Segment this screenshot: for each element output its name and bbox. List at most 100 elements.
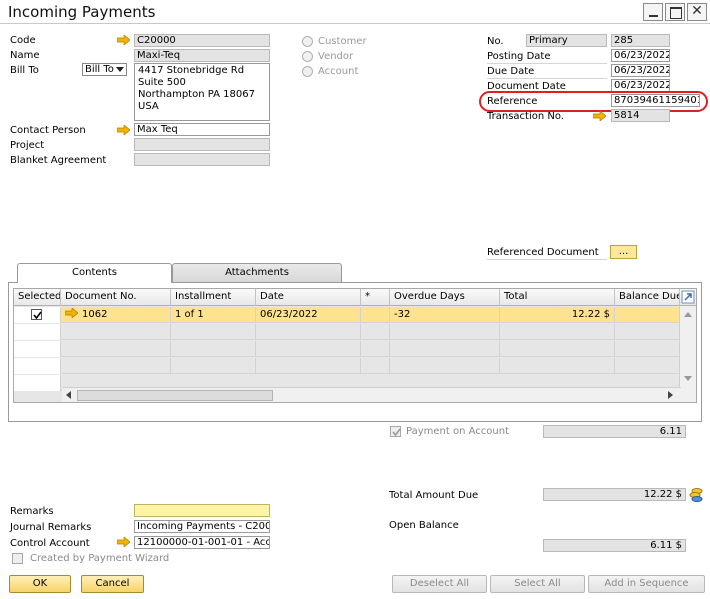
account-radio-label: Account <box>318 66 359 77</box>
tab-attachments[interactable]: Attachments <box>172 263 342 282</box>
selected-cell[interactable] <box>14 307 61 323</box>
grid-cell[interactable] <box>256 358 361 374</box>
select-all-button[interactable]: Select All <box>490 575 585 593</box>
close-button[interactable]: ✕ <box>687 3 707 21</box>
link-arrow-icon[interactable] <box>117 125 130 135</box>
selected-cell[interactable] <box>14 358 61 374</box>
bill-to-select-value: Bill To <box>85 64 114 75</box>
transaction-no-field[interactable]: 5814 <box>611 109 670 122</box>
journal-remarks-field[interactable]: Incoming Payments - C20000 <box>134 520 270 533</box>
blanket-agreement-field[interactable] <box>134 153 270 166</box>
column-header[interactable]: Document No. <box>61 289 171 306</box>
table-row[interactable]: 1062 1 of 1 06/23/2022 -32 12.22 $ <box>14 307 696 323</box>
payment-on-account-field[interactable]: 6.11 <box>543 425 686 438</box>
total-cell[interactable]: 12.22 $ <box>500 307 615 323</box>
grid-cell[interactable] <box>361 358 390 374</box>
bill-to-select[interactable]: Bill To <box>82 63 127 76</box>
project-field[interactable] <box>134 138 270 151</box>
posting-date-field[interactable]: 06/23/2022 <box>611 49 670 62</box>
grid-cell[interactable] <box>500 324 615 340</box>
grid-cell[interactable] <box>171 341 256 357</box>
maximize-button[interactable] <box>665 3 685 21</box>
contact-person-field[interactable]: Max Teq <box>134 123 270 136</box>
customer-radio-label: Customer <box>318 36 367 47</box>
grid-cell[interactable] <box>390 324 500 340</box>
grid-cell[interactable] <box>361 324 390 340</box>
column-header[interactable]: Selected <box>14 289 61 306</box>
payment-on-account-label: Payment on Account <box>406 426 509 437</box>
name-label: Name <box>10 50 40 61</box>
selected-cell[interactable] <box>14 375 61 391</box>
overdue-days-cell[interactable]: -32 <box>390 307 500 323</box>
table-row[interactable] <box>14 358 696 374</box>
grid-cell[interactable] <box>390 341 500 357</box>
grid-cell[interactable] <box>61 324 171 340</box>
row-select-checkbox[interactable] <box>31 309 42 320</box>
column-header[interactable]: * <box>361 289 390 306</box>
column-header[interactable]: Balance Due <box>615 289 680 306</box>
payment-on-account-checkbox[interactable] <box>390 426 401 437</box>
add-in-sequence-button[interactable]: Add in Sequence <box>588 575 705 593</box>
star-cell[interactable] <box>361 307 390 323</box>
table-row[interactable] <box>14 324 696 340</box>
cancel-button[interactable]: Cancel <box>81 575 144 593</box>
link-arrow-icon[interactable] <box>117 35 130 45</box>
scroll-down-icon[interactable] <box>684 376 692 381</box>
column-header[interactable]: Overdue Days <box>390 289 500 306</box>
grid-cell[interactable] <box>500 358 615 374</box>
customer-radio[interactable] <box>302 36 313 47</box>
scroll-up-icon[interactable] <box>684 312 692 317</box>
scroll-right-icon[interactable] <box>668 391 673 399</box>
referenced-document-button[interactable]: ... <box>610 245 637 259</box>
total-amount-due-field[interactable]: 12.22 $ <box>543 488 686 501</box>
code-label: Code <box>10 35 36 46</box>
name-field[interactable]: Maxi-Teq <box>134 49 270 62</box>
bill-to-address[interactable]: 4417 Stonebridge Rd Suite 500 Northampto… <box>134 63 270 121</box>
created-by-wizard-checkbox[interactable] <box>12 553 23 564</box>
grid-cell[interactable] <box>171 358 256 374</box>
selected-cell[interactable] <box>14 324 61 340</box>
column-header[interactable]: Date <box>256 289 361 306</box>
grid-cell[interactable] <box>61 341 171 357</box>
grid-cell[interactable] <box>256 341 361 357</box>
divider <box>487 259 607 260</box>
table-row[interactable] <box>14 341 696 357</box>
account-radio[interactable] <box>302 66 313 77</box>
installment-cell[interactable]: 1 of 1 <box>171 307 256 323</box>
grid-cell[interactable] <box>256 324 361 340</box>
link-arrow-icon[interactable] <box>65 308 78 318</box>
minimize-button[interactable] <box>643 3 663 21</box>
link-arrow-icon[interactable] <box>117 537 130 547</box>
date-cell[interactable]: 06/23/2022 <box>256 307 361 323</box>
control-account-field[interactable]: 12100000-01-001-01 - Account <box>134 536 270 549</box>
horizontal-scrollbar[interactable] <box>62 387 681 402</box>
grid-cell[interactable] <box>361 341 390 357</box>
balance-due-cell[interactable] <box>615 307 680 323</box>
column-header[interactable]: Installment <box>171 289 256 306</box>
vertical-scrollbar[interactable] <box>679 306 696 402</box>
grid-cell[interactable] <box>500 341 615 357</box>
series-field[interactable]: Primary <box>526 34 607 47</box>
documents-grid: Selected Document No. Installment Date *… <box>13 288 697 403</box>
doc-number-field[interactable]: 285 <box>611 34 670 47</box>
selected-cell[interactable] <box>14 341 61 357</box>
code-field[interactable]: C20000 <box>134 34 270 47</box>
open-balance-field[interactable]: 6.11 $ <box>543 539 686 552</box>
tab-contents[interactable]: Contents <box>17 263 172 283</box>
due-date-field[interactable]: 06/23/2022 <box>611 64 670 77</box>
scroll-thumb[interactable] <box>77 390 273 401</box>
deselect-all-button[interactable]: Deselect All <box>392 575 487 593</box>
journal-remarks-label: Journal Remarks <box>10 522 92 533</box>
grid-cell[interactable] <box>61 358 171 374</box>
scroll-left-icon[interactable] <box>66 391 71 399</box>
coins-icon[interactable] <box>688 487 704 502</box>
ok-button[interactable]: OK <box>9 575 71 593</box>
vendor-radio[interactable] <box>302 51 313 62</box>
remarks-field[interactable] <box>134 504 270 517</box>
document-no-cell[interactable]: 1062 <box>61 307 171 323</box>
grid-cell[interactable] <box>390 358 500 374</box>
expand-icon[interactable] <box>680 289 696 306</box>
grid-cell[interactable] <box>171 324 256 340</box>
link-arrow-icon[interactable] <box>593 111 606 121</box>
column-header[interactable]: Total <box>500 289 615 306</box>
